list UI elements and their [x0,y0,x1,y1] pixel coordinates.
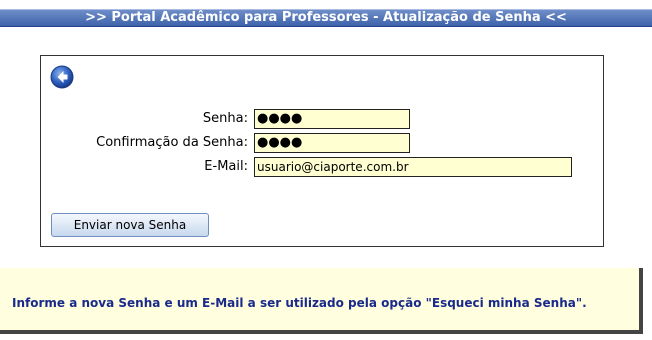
back-arrow-icon[interactable] [50,65,74,89]
enviar-nova-senha-button[interactable]: Enviar nova Senha [51,213,209,237]
senha-label: Senha: [202,111,248,126]
info-message: Informe a nova Senha e um E-Mail a ser u… [12,296,587,310]
page-title: >> Portal Acadêmico para Professores - A… [85,10,567,25]
page-title-bar: >> Portal Acadêmico para Professores - A… [0,9,652,27]
confirmacao-senha-input[interactable]: ●●●● [254,133,410,153]
senha-value: ●●●● [257,111,303,126]
email-value: usuario@ciaporte.com.br [257,160,409,174]
confirmacao-senha-value: ●●●● [257,135,303,150]
senha-input[interactable]: ●●●● [254,109,410,129]
info-panel: Informe a nova Senha e um E-Mail a ser u… [0,268,643,334]
password-update-form: Senha: ●●●● Confirmação da Senha: ●●●● E… [40,55,604,247]
email-input[interactable]: usuario@ciaporte.com.br [254,157,572,177]
confirmacao-senha-label: Confirmação da Senha: [96,135,248,150]
email-label: E-Mail: [204,159,248,174]
